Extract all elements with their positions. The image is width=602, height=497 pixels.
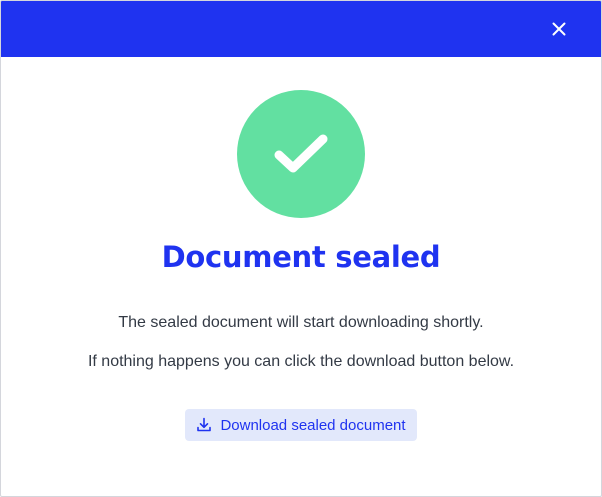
download-sealed-document-button[interactable]: Download sealed document (185, 409, 417, 441)
document-sealed-dialog: Document sealed The sealed document will… (0, 0, 602, 497)
dialog-title: Document sealed (161, 240, 441, 274)
checkmark-icon (274, 134, 328, 173)
download-message: The sealed document will start downloadi… (118, 314, 484, 331)
download-icon (196, 417, 212, 433)
close-icon (552, 22, 566, 36)
dialog-header (1, 1, 601, 57)
download-button-label: Download sealed document (220, 416, 406, 434)
close-button[interactable] (547, 17, 571, 41)
success-indicator (237, 90, 365, 218)
fallback-message: If nothing happens you can click the dow… (87, 353, 515, 370)
